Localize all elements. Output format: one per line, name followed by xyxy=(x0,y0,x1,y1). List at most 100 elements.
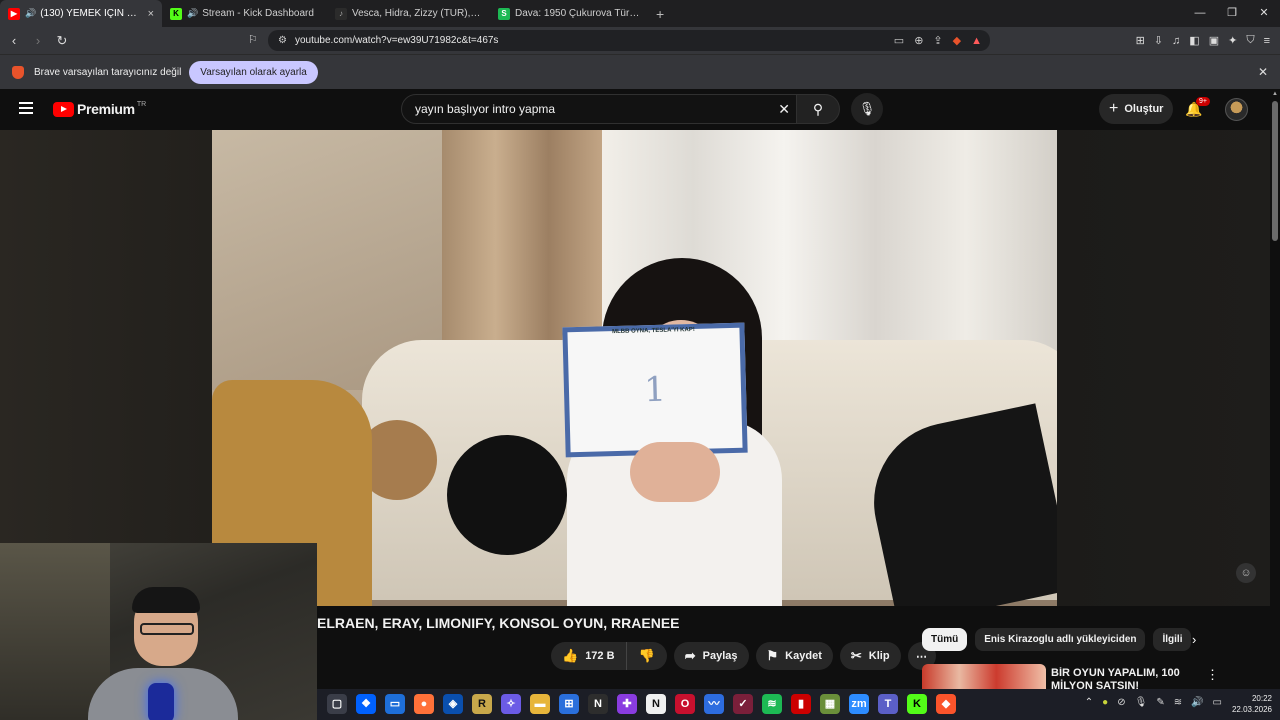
brave-shields-icon[interactable]: ◆ xyxy=(953,34,961,47)
store-icon[interactable]: ⊞ xyxy=(559,694,579,714)
spotify-icon[interactable]: ≋ xyxy=(762,694,782,714)
youtube-header: Premium TR yayın başlıyor intro yapma ✕ … xyxy=(0,89,1280,130)
league-icon[interactable]: R xyxy=(472,694,492,714)
notion-app-icon[interactable]: N xyxy=(646,694,666,714)
restore-icon[interactable]: ❐ xyxy=(1216,0,1248,27)
thumbs-down-icon: 👎 xyxy=(638,648,655,663)
teams-icon[interactable]: T xyxy=(878,694,898,714)
zoom-icon[interactable]: ⊕ xyxy=(914,34,923,47)
infobar-message: Brave varsayılan tarayıcınız değil xyxy=(34,66,182,78)
close-window-icon[interactable]: ✕ xyxy=(1248,0,1280,27)
reload-icon[interactable]: ↻ xyxy=(52,33,72,49)
dropbox-icon[interactable]: ❖ xyxy=(356,694,376,714)
video-editor-icon[interactable]: ✓ xyxy=(733,694,753,714)
speaker-icon: 🔊 xyxy=(25,8,37,18)
vpn-icon[interactable]: ⛉ xyxy=(1246,34,1254,47)
create-button[interactable]: + Oluştur xyxy=(1099,94,1173,124)
hamburger-menu-icon[interactable] xyxy=(19,102,33,114)
brave-icon[interactable]: ◆ xyxy=(936,694,956,714)
zoom-app-icon[interactable]: zm xyxy=(849,694,869,714)
leo-icon[interactable]: ✦ xyxy=(1228,34,1237,47)
notification-badge: 9+ xyxy=(1196,97,1210,106)
chip-all[interactable]: Tümü xyxy=(922,628,968,651)
brave-lion-icon xyxy=(12,65,24,79)
back-icon[interactable]: ‹ xyxy=(4,33,24,48)
share-icon[interactable]: ⇪ xyxy=(933,34,942,47)
firefox-icon[interactable]: ● xyxy=(414,694,434,714)
copilot-icon[interactable]: ✧ xyxy=(501,694,521,714)
purple-app-icon[interactable]: ✚ xyxy=(617,694,637,714)
video-player[interactable]: MLBB OYNA, TESLA'YI KAP! 1 xyxy=(212,130,1057,606)
folder-icon[interactable]: ▬ xyxy=(530,694,550,714)
new-tab-button[interactable]: + xyxy=(656,6,664,22)
notion-icon[interactable]: N xyxy=(588,694,608,714)
menu-icon[interactable]: ≡ xyxy=(1264,35,1270,47)
wave-icon[interactable]: 〰 xyxy=(704,694,724,714)
tray-mic-icon[interactable]: 🎙 xyxy=(1135,697,1148,708)
tab-youtube[interactable]: ▶ 🔊 (130) YEMEK İÇİN GELDİK, EV × xyxy=(0,0,162,27)
battery-icon[interactable]: ▭ xyxy=(1213,697,1222,708)
window-icon[interactable]: ▭ xyxy=(385,694,405,714)
chip-uploader[interactable]: Enis Kirazoglu adlı yükleyiciden xyxy=(975,628,1146,651)
kick-app-icon[interactable]: K xyxy=(907,694,927,714)
taskbar-apps: ▢ ❖ ▭ ● ◈ R ✧ ▬ ⊞ N ✚ N O 〰 ✓ ≋ ▮ ▦ zm T… xyxy=(327,694,956,714)
tray-pen-icon[interactable]: ✎ xyxy=(1156,697,1164,708)
sidebar-icon[interactable]: ◧ xyxy=(1189,34,1199,47)
search-query: yayın başlıyor intro yapma xyxy=(415,102,556,116)
avatar[interactable] xyxy=(1225,98,1248,121)
media-icon[interactable]: ♫ xyxy=(1172,35,1180,47)
set-default-button[interactable]: Varsayılan olarak ayarla xyxy=(189,60,318,84)
bookmark-icon[interactable]: ⚐ xyxy=(248,33,258,46)
wifi-icon[interactable]: ≋ xyxy=(1174,697,1182,708)
share-arrow-icon: ➦ xyxy=(684,648,696,663)
youtube-logo[interactable]: Premium TR xyxy=(53,101,146,117)
tab-dava[interactable]: S Dava: 1950 Çukurova Türkçe Katil Bul xyxy=(490,0,650,27)
wallet-icon[interactable]: ▣ xyxy=(1209,34,1219,47)
search-input[interactable]: yayın başlıyor intro yapma ✕ xyxy=(401,94,801,124)
forward-icon[interactable]: › xyxy=(28,33,48,48)
like-button[interactable]: 👍 172 B xyxy=(551,642,627,670)
sign-number: 1 xyxy=(643,369,667,411)
translate-icon[interactable]: ⊞ xyxy=(1136,34,1145,47)
minimize-icon[interactable]: — xyxy=(1184,0,1216,27)
tab-title: Stream - Kick Dashboard xyxy=(202,8,314,19)
download-icon[interactable]: ⇩ xyxy=(1154,34,1163,47)
related-video-thumbnail[interactable] xyxy=(922,664,1046,692)
share-button[interactable]: ➦ Paylaş xyxy=(673,642,749,670)
minecraft-icon[interactable]: ▦ xyxy=(820,694,840,714)
task-view-icon[interactable]: ▢ xyxy=(327,694,347,714)
voice-search-button[interactable]: 🎙 xyxy=(851,93,883,125)
opera-icon[interactable]: O xyxy=(675,694,695,714)
webcam-overlay xyxy=(0,543,317,720)
close-tab-icon[interactable]: × xyxy=(148,8,154,20)
tray-app-icon[interactable]: ● xyxy=(1102,697,1108,708)
tab-vesca[interactable]: ♪ Vesca, Hidra, Zizzy (TUR), espi, Harim xyxy=(327,0,490,27)
chevron-up-icon[interactable]: ⌃ xyxy=(1085,697,1093,708)
brave-rewards-icon[interactable]: ▲ xyxy=(971,35,982,47)
page-scrollbar[interactable]: ▲ xyxy=(1270,89,1280,689)
red-app-icon[interactable]: ▮ xyxy=(791,694,811,714)
close-icon[interactable]: ✕ xyxy=(1258,65,1268,79)
address-bar[interactable]: ⚙ youtube.com/watch?v=ew39U71982c&t=467s… xyxy=(268,30,990,51)
volume-icon[interactable]: 🔊 xyxy=(1191,697,1203,708)
scrollbar-thumb[interactable] xyxy=(1272,101,1278,241)
member-avatar-icon[interactable]: ☺ xyxy=(1236,563,1256,583)
cast-icon[interactable]: ▭ xyxy=(894,34,904,47)
related-video-title[interactable]: BİR OYUN YAPALIM, 100 MİLYON SATSIN! (İN… xyxy=(1051,667,1201,691)
scroll-up-icon[interactable]: ▲ xyxy=(1272,91,1278,97)
dislike-button[interactable]: 👎 xyxy=(626,642,667,670)
taskbar-clock[interactable]: 20:22 22.03.2026 xyxy=(1232,693,1272,715)
chip-related[interactable]: İlgili xyxy=(1153,628,1192,651)
search-button[interactable]: ⚲ xyxy=(796,94,840,124)
tab-kick[interactable]: K 🔊 Stream - Kick Dashboard xyxy=(162,0,327,27)
bookmark-save-icon: ⚑ xyxy=(766,648,779,663)
clear-search-icon[interactable]: ✕ xyxy=(778,101,790,118)
clip-button[interactable]: ✂ Klip xyxy=(839,642,901,670)
site-settings-icon[interactable]: ⚙ xyxy=(278,35,287,46)
save-button[interactable]: ⚑ Kaydet xyxy=(755,642,833,670)
url-text: youtube.com/watch?v=ew39U71982c&t=467s xyxy=(294,35,499,46)
tray-muted-icon[interactable]: ⊘ xyxy=(1117,697,1125,708)
more-vertical-icon[interactable]: ⋮ xyxy=(1206,667,1219,683)
chevron-right-icon[interactable]: › xyxy=(1192,632,1196,647)
app-blue-icon[interactable]: ◈ xyxy=(443,694,463,714)
